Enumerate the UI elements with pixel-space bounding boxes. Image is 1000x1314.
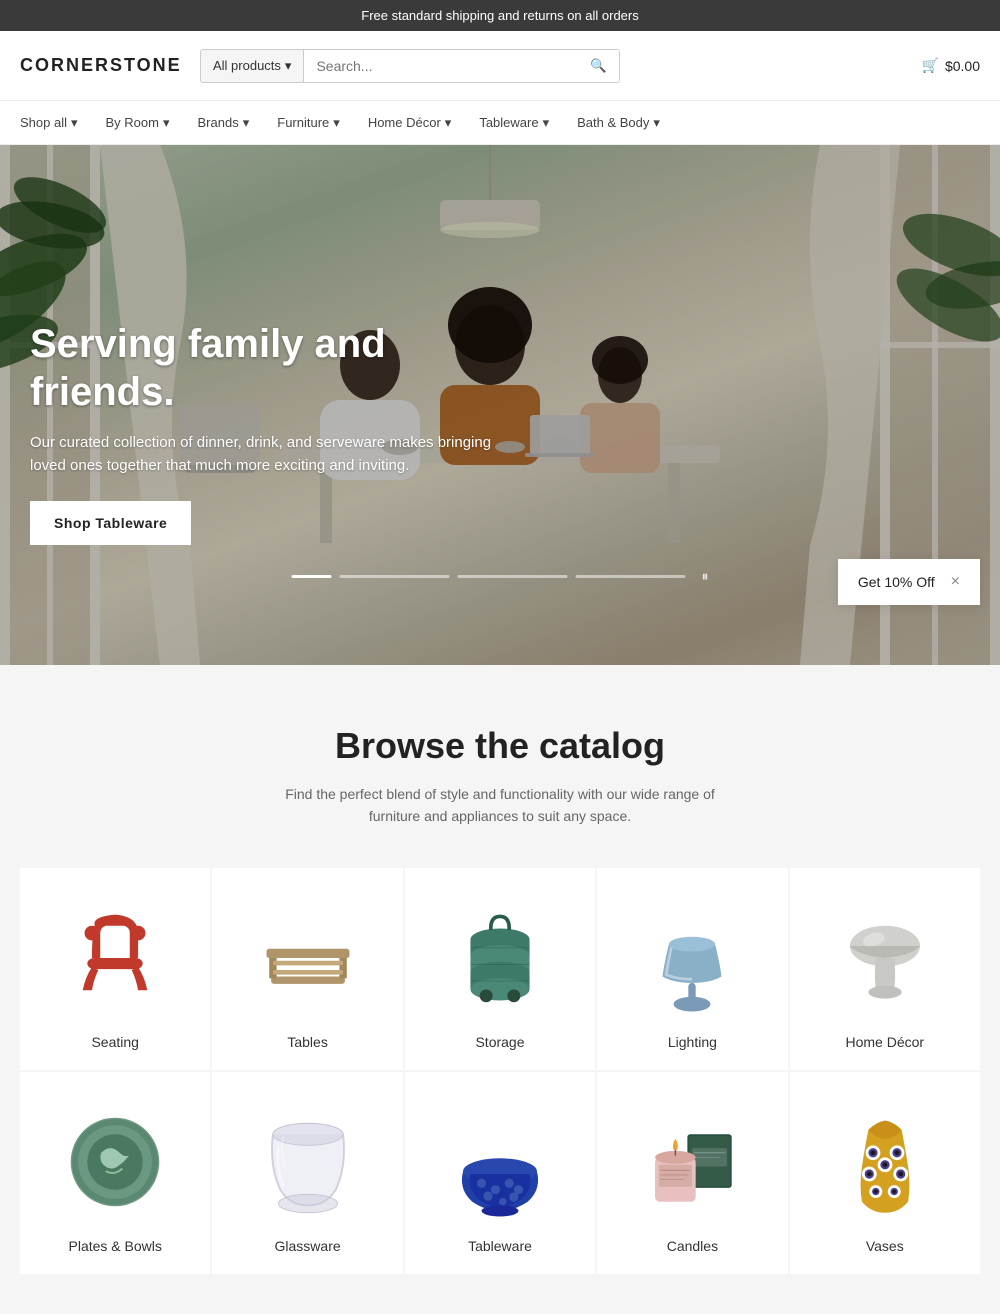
lighting-image xyxy=(632,898,752,1018)
seating-label: Seating xyxy=(91,1034,138,1050)
storage-label: Storage xyxy=(475,1034,524,1050)
search-input[interactable] xyxy=(304,50,578,82)
nav-item-brands[interactable]: Brands ▾ xyxy=(198,105,250,141)
hero-content: Serving family and friends. Our curated … xyxy=(30,320,510,545)
indicator-4[interactable] xyxy=(576,575,686,578)
tables-label: Tables xyxy=(287,1034,327,1050)
pause-button[interactable]: ⏸ xyxy=(702,568,709,585)
logo[interactable]: CORNERSTONE xyxy=(20,55,200,76)
storage-image xyxy=(440,898,560,1018)
nav-dropdown-icon-furniture: ▾ xyxy=(333,115,340,131)
tableware-label: Tableware xyxy=(468,1238,532,1254)
search-button[interactable]: 🔍 xyxy=(578,50,619,82)
hero-title: Serving family and friends. xyxy=(30,320,510,416)
pause-icon: ⏸ xyxy=(702,568,709,584)
catalog-subtitle: Find the perfect blend of style and func… xyxy=(280,783,720,828)
seating-image xyxy=(55,898,175,1018)
search-icon: 🔍 xyxy=(590,58,607,73)
catalog-item-home-decor[interactable]: Home Décor xyxy=(790,868,980,1070)
discount-label: Get 10% Off xyxy=(858,574,935,590)
catalog-row-2: Plates & Bowls Glassware xyxy=(20,1072,980,1274)
glassware-image xyxy=(248,1102,368,1222)
vases-label: Vases xyxy=(866,1238,904,1254)
nav-label-shop-all: Shop all xyxy=(20,115,67,130)
nav-dropdown-icon-bath-body: ▾ xyxy=(653,115,660,131)
nav-label-brands: Brands xyxy=(198,115,239,130)
header: CORNERSTONE All products ▾ 🔍 🛒 $0.00 xyxy=(0,31,1000,101)
catalog-item-tables[interactable]: Tables xyxy=(212,868,402,1070)
home-decor-image xyxy=(825,898,945,1018)
vases-image xyxy=(825,1102,945,1222)
nav-label-by-room: By Room xyxy=(106,115,159,130)
catalog-item-glassware[interactable]: Glassware xyxy=(212,1072,402,1274)
nav-item-furniture[interactable]: Furniture ▾ xyxy=(277,105,340,141)
catalog-item-tableware[interactable]: Tableware xyxy=(405,1072,595,1274)
search-category-dropdown[interactable]: All products ▾ xyxy=(201,50,304,82)
indicator-3[interactable] xyxy=(458,575,568,578)
cart-amount: $0.00 xyxy=(945,58,980,74)
plates-label: Plates & Bowls xyxy=(69,1238,162,1254)
nav-item-bath-body[interactable]: Bath & Body ▾ xyxy=(577,105,660,141)
nav-item-by-room[interactable]: By Room ▾ xyxy=(106,105,170,141)
nav-label-home-decor: Home Décor xyxy=(368,115,441,130)
nav-item-shop-all[interactable]: Shop all ▾ xyxy=(20,105,78,141)
indicator-1[interactable] xyxy=(292,575,332,578)
nav-dropdown-icon-by-room: ▾ xyxy=(163,115,170,131)
candles-image xyxy=(632,1102,752,1222)
nav-dropdown-icon-tableware: ▾ xyxy=(543,115,550,131)
catalog-item-storage[interactable]: Storage xyxy=(405,868,595,1070)
nav-label-tableware: Tableware xyxy=(479,115,538,130)
nav-item-home-decor[interactable]: Home Décor ▾ xyxy=(368,105,452,141)
catalog-item-plates[interactable]: Plates & Bowls xyxy=(20,1072,210,1274)
cart-button[interactable]: 🛒 $0.00 xyxy=(922,57,980,74)
home-decor-label: Home Décor xyxy=(845,1034,924,1050)
discount-close-button[interactable]: × xyxy=(951,573,960,591)
nav-dropdown-icon-shop-all: ▾ xyxy=(71,115,78,131)
nav-label-bath-body: Bath & Body xyxy=(577,115,649,130)
lighting-label: Lighting xyxy=(668,1034,717,1050)
main-nav: Shop all ▾ By Room ▾ Brands ▾ Furniture … xyxy=(0,101,1000,145)
nav-label-furniture: Furniture xyxy=(277,115,329,130)
hero-section: Serving family and friends. Our curated … xyxy=(0,145,1000,665)
header-right: 🛒 $0.00 xyxy=(922,57,980,74)
catalog-title: Browse the catalog xyxy=(20,725,980,767)
glassware-label: Glassware xyxy=(275,1238,341,1254)
catalog-row-1: Seating Tables xyxy=(20,868,980,1070)
catalog-item-seating[interactable]: Seating xyxy=(20,868,210,1070)
nav-dropdown-icon-home-decor: ▾ xyxy=(445,115,452,131)
discount-popup: Get 10% Off × xyxy=(838,559,980,605)
announcement-text: Free standard shipping and returns on al… xyxy=(361,8,639,23)
hero-indicators: ⏸ xyxy=(292,568,709,585)
plates-image xyxy=(55,1102,175,1222)
search-category-label: All products xyxy=(213,58,281,73)
nav-item-tableware[interactable]: Tableware ▾ xyxy=(479,105,549,141)
cart-icon: 🛒 xyxy=(922,57,939,74)
tableware-image xyxy=(440,1102,560,1222)
catalog-item-candles[interactable]: Candles xyxy=(597,1072,787,1274)
search-bar: All products ▾ 🔍 xyxy=(200,49,620,83)
catalog-item-vases[interactable]: Vases xyxy=(790,1072,980,1274)
catalog-item-lighting[interactable]: Lighting xyxy=(597,868,787,1070)
indicator-2[interactable] xyxy=(340,575,450,578)
nav-dropdown-icon-brands: ▾ xyxy=(243,115,250,131)
hero-subtitle: Our curated collection of dinner, drink,… xyxy=(30,432,510,477)
shop-tableware-button[interactable]: Shop Tableware xyxy=(30,501,191,545)
candles-label: Candles xyxy=(667,1238,718,1254)
dropdown-arrow-icon: ▾ xyxy=(285,58,292,74)
announcement-bar: Free standard shipping and returns on al… xyxy=(0,0,1000,31)
tables-image xyxy=(248,898,368,1018)
catalog-section: Browse the catalog Find the perfect blen… xyxy=(0,665,1000,1314)
